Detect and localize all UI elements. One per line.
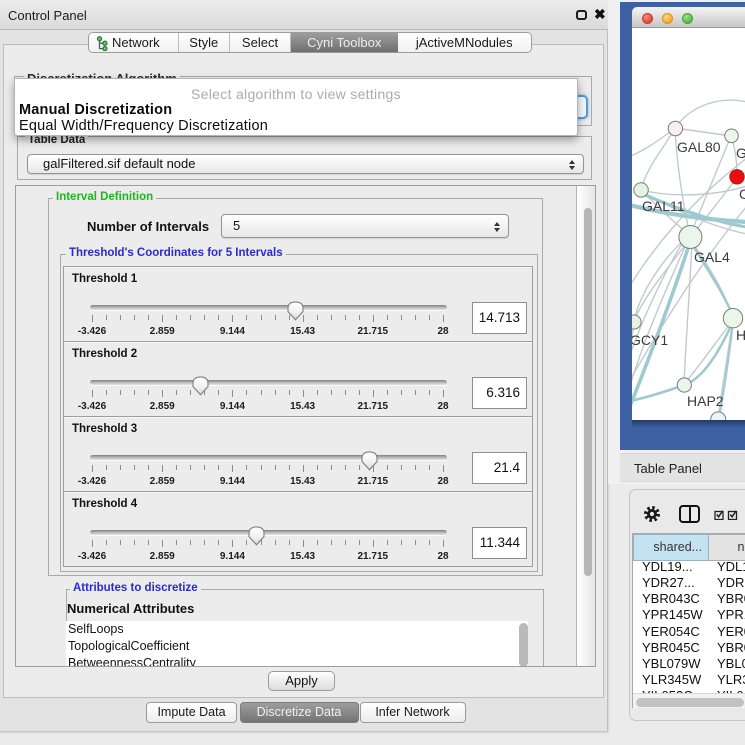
svg-text:GAL11: GAL11 bbox=[642, 198, 685, 214]
svg-text:GCY1: GCY1 bbox=[632, 332, 668, 348]
svg-text:C: C bbox=[739, 186, 745, 202]
svg-text:GA: GA bbox=[736, 145, 745, 161]
svg-text:GAL80: GAL80 bbox=[677, 139, 721, 155]
svg-text:HA: HA bbox=[736, 327, 745, 343]
svg-text:GAL4: GAL4 bbox=[694, 249, 730, 265]
svg-text:HAP2: HAP2 bbox=[687, 393, 724, 409]
